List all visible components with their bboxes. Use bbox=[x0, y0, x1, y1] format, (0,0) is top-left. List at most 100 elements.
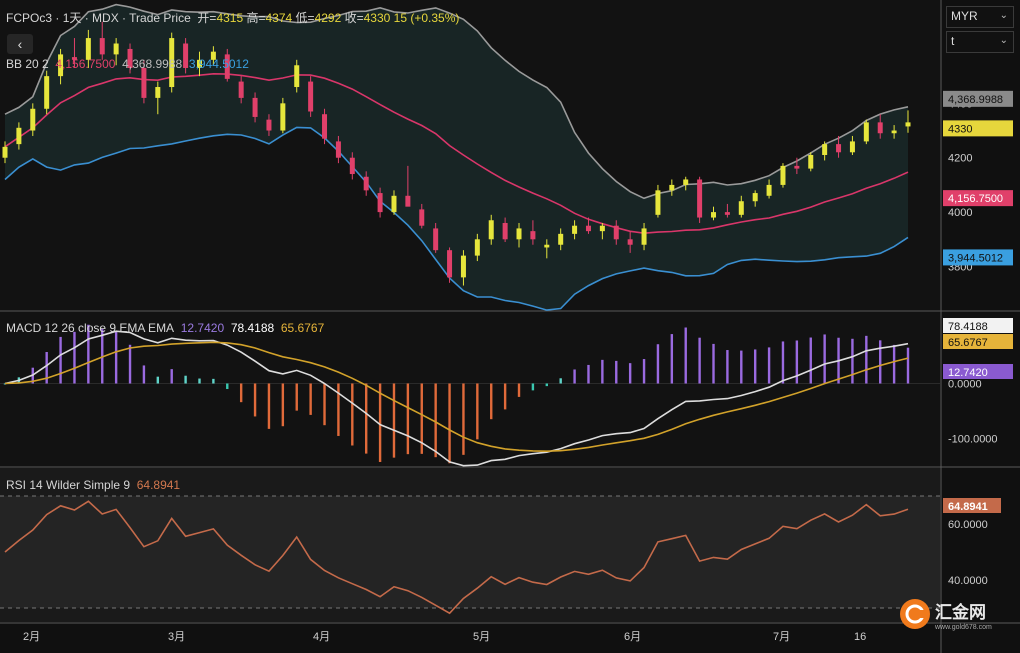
candle-body bbox=[141, 67, 147, 98]
macd-histogram-bar bbox=[434, 383, 437, 458]
macd-histogram-bar bbox=[156, 376, 160, 384]
candle-body bbox=[99, 38, 105, 55]
candle-body bbox=[697, 179, 703, 218]
macd-histogram-bar bbox=[281, 383, 285, 427]
candle-body bbox=[377, 193, 383, 213]
macd-tag-signal: 65.6767 bbox=[948, 337, 988, 349]
candle-body bbox=[280, 103, 286, 131]
macd-histogram-bar bbox=[712, 343, 715, 384]
collapse-button[interactable]: ‹ bbox=[7, 34, 33, 54]
change-value: 15 (+0.35%) bbox=[393, 11, 460, 25]
exchange: MDX bbox=[92, 11, 119, 25]
macd-histogram-bar bbox=[323, 383, 326, 426]
macd-histogram-bar bbox=[851, 338, 854, 384]
candle-body bbox=[655, 190, 661, 215]
macd-histogram-bar bbox=[906, 347, 910, 384]
macd-axis-label: -100.0000 bbox=[948, 434, 998, 446]
macd-histogram-bar bbox=[226, 383, 229, 390]
macd-legend: MACD 12 26 close 9 EMA EMA 12.7420 78.41… bbox=[6, 321, 324, 335]
candle-body bbox=[572, 225, 578, 234]
bb-label: BB 20 2 bbox=[6, 57, 49, 71]
macd-histogram-bar bbox=[531, 383, 535, 391]
time-axis-label: 3月 bbox=[168, 631, 185, 643]
price-tag-upper: 4,368.9988 bbox=[948, 94, 1003, 106]
macd-signal-value: 65.6767 bbox=[280, 321, 325, 335]
candle-body bbox=[863, 122, 869, 142]
candle-body bbox=[363, 176, 369, 191]
macd-histogram-bar bbox=[295, 383, 298, 411]
time-axis-label: 5月 bbox=[473, 631, 490, 643]
macd-histogram-bar bbox=[490, 383, 493, 420]
macd-histogram-bar bbox=[239, 383, 243, 403]
candle-body bbox=[155, 87, 161, 98]
candle-body bbox=[641, 228, 647, 245]
candle-body bbox=[30, 108, 36, 131]
macd-histogram-bar bbox=[59, 336, 62, 384]
rsi-band bbox=[0, 496, 940, 608]
candle bbox=[697, 176, 703, 223]
price-axis-label: 4200 bbox=[948, 153, 972, 165]
unit-select[interactable]: t ⌄ bbox=[946, 31, 1014, 53]
macd-histogram-bar bbox=[253, 383, 257, 417]
candle-body bbox=[836, 144, 842, 153]
chart-header: FCPOc3 · 1天 · MDX · Trade Price 开=4315 高… bbox=[6, 11, 460, 25]
interval: 1天 bbox=[62, 11, 82, 25]
time-axis-label: 4月 bbox=[313, 631, 330, 643]
macd-histogram-bar bbox=[892, 344, 896, 384]
candle-body bbox=[738, 201, 744, 215]
macd-histogram-bar bbox=[767, 347, 771, 384]
candle bbox=[44, 70, 50, 115]
candle-body bbox=[44, 76, 50, 109]
candle-body bbox=[322, 114, 328, 139]
macd-tag-macd: 78.4188 bbox=[948, 321, 988, 333]
candle-body bbox=[460, 255, 466, 278]
rsi-legend: RSI 14 Wilder Simple 9 64.8941 bbox=[6, 478, 180, 492]
candle-body bbox=[252, 97, 258, 117]
macd-histogram-bar bbox=[476, 383, 479, 440]
close-label: 收= bbox=[344, 11, 364, 25]
macd-histogram-bar bbox=[198, 378, 201, 384]
macd-tag-hist: 12.7420 bbox=[948, 367, 988, 379]
candle bbox=[780, 163, 786, 188]
macd-histogram-bar bbox=[448, 383, 451, 464]
macd-histogram-bar bbox=[573, 369, 576, 384]
candle-body bbox=[16, 127, 22, 145]
candle-body bbox=[891, 130, 897, 134]
price-type: Trade Price bbox=[129, 11, 191, 25]
macd-histogram-bar bbox=[128, 344, 132, 384]
macd-histogram-bar bbox=[337, 383, 340, 436]
currency-select[interactable]: MYR ⌄ bbox=[946, 6, 1014, 28]
time-axis-label: 2月 bbox=[23, 631, 40, 643]
candle-body bbox=[599, 225, 605, 232]
candle-body bbox=[794, 165, 800, 169]
bb-lower-value: 3,944.5012 bbox=[188, 57, 249, 71]
macd-label: MACD 12 26 close 9 EMA EMA bbox=[6, 321, 175, 335]
macd-histogram-bar bbox=[684, 327, 687, 384]
time-axis-label: 6月 bbox=[624, 631, 641, 643]
candle-body bbox=[419, 209, 425, 226]
candle-body bbox=[808, 155, 814, 169]
macd-histogram-bar bbox=[615, 360, 618, 384]
macd-histogram-bar bbox=[365, 383, 368, 454]
macd-histogram-bar bbox=[879, 340, 882, 384]
candle bbox=[863, 119, 869, 145]
open-value: 4315 bbox=[216, 11, 244, 25]
candle-body bbox=[447, 250, 453, 278]
candle-body bbox=[752, 193, 758, 202]
candle-body bbox=[613, 225, 619, 240]
macd-histogram-bar bbox=[865, 335, 868, 384]
macd-pane bbox=[0, 312, 940, 466]
candle-body bbox=[724, 212, 730, 215]
macd-histogram-bar bbox=[559, 378, 562, 384]
candle-body bbox=[780, 165, 786, 185]
macd-histogram-bar bbox=[601, 359, 604, 384]
macd-histogram-bar bbox=[184, 375, 187, 384]
macd-histogram-bar bbox=[503, 383, 507, 410]
high-value: 4374 bbox=[265, 11, 293, 25]
candle-body bbox=[391, 195, 397, 213]
candle-body bbox=[266, 119, 272, 131]
candle-body bbox=[822, 144, 828, 155]
macd-histogram-bar bbox=[378, 383, 382, 462]
candle-body bbox=[308, 81, 314, 112]
candle-body bbox=[113, 43, 119, 55]
